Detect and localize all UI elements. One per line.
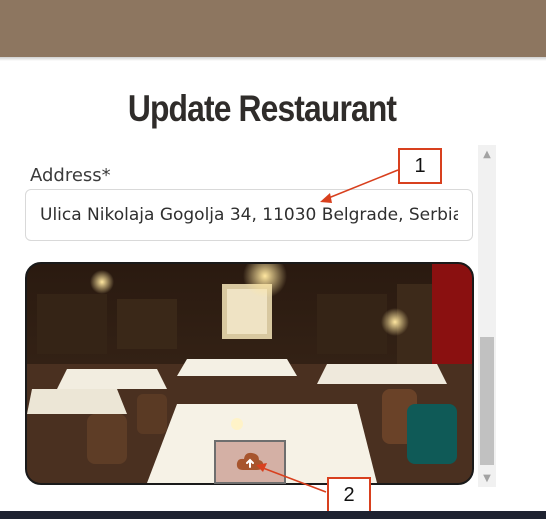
callout-marker-1: 1	[398, 148, 442, 184]
upload-image-button[interactable]	[214, 440, 286, 484]
page-title: Update Restaurant	[127, 88, 397, 129]
scroll-down-arrow-icon[interactable]: ▼	[478, 471, 496, 487]
callout-marker-2: 2	[327, 477, 371, 513]
scrollbar-thumb[interactable]	[480, 337, 494, 465]
scroll-up-arrow-icon[interactable]: ▲	[478, 147, 496, 163]
top-navigation-bar	[0, 0, 546, 57]
header-shadow	[0, 57, 546, 61]
address-label: Address*	[30, 165, 111, 186]
cloud-upload-icon	[236, 452, 264, 470]
address-input[interactable]	[25, 189, 473, 241]
vertical-scrollbar[interactable]: ▲ ▼	[478, 145, 496, 487]
bottom-strip	[0, 511, 546, 519]
